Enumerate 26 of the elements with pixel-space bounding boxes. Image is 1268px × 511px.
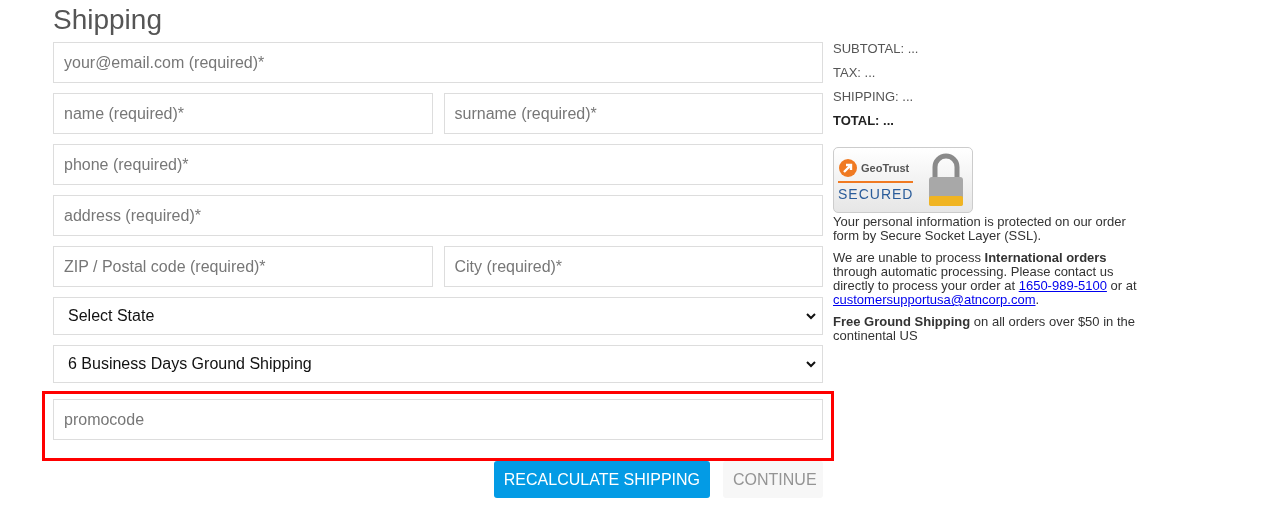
input-field[interactable]: name (required)*	[53, 93, 433, 134]
padlock-icon	[926, 152, 966, 208]
chevron-down-icon	[806, 312, 816, 320]
select-dropdown[interactable]: Select State	[53, 297, 823, 335]
arrow-logo-icon	[838, 158, 858, 178]
badge-label: SECURED	[838, 186, 914, 202]
input-field[interactable]: address (required)*	[53, 195, 823, 236]
summary-line: SUBTOTAL: ...	[833, 41, 920, 56]
input-field[interactable]: your@email.com (required)*	[53, 42, 823, 83]
input-field[interactable]: promocode	[53, 399, 823, 440]
summary-line: SHIPPING: ...	[833, 89, 915, 104]
contact-link[interactable]: customersupportusa@atncorp.com	[833, 292, 1036, 307]
input-field[interactable]: City (required)*	[443, 246, 823, 287]
contact-link[interactable]: 1650-989-5100	[1018, 278, 1107, 293]
info-paragraph: Free Ground Shipping on all orders over $50 in the continental US	[833, 315, 1136, 343]
info-paragraph: We are unable to process International orders through automatic processing. Please contact us directly to process your order at 1650-989-5100 or at customersupportusa@atncorp.com.	[833, 251, 1138, 307]
section-title: Shipping	[53, 4, 163, 36]
input-field[interactable]: phone (required)*	[53, 144, 823, 185]
input-field[interactable]: surname (required)*	[443, 93, 823, 134]
summary-line: TAX: ...	[833, 65, 877, 80]
brand-name: GeoTrust	[861, 162, 910, 174]
summary-line: TOTAL: ...	[833, 113, 895, 128]
info-paragraph: Your personal information is protected on our order form by Secure Socket Layer (SSL).	[833, 215, 1127, 243]
select-dropdown[interactable]: 6 Business Days Ground Shipping	[53, 345, 823, 383]
input-field[interactable]: ZIP / Postal code (required)*	[53, 246, 433, 287]
chevron-down-icon	[806, 360, 816, 368]
